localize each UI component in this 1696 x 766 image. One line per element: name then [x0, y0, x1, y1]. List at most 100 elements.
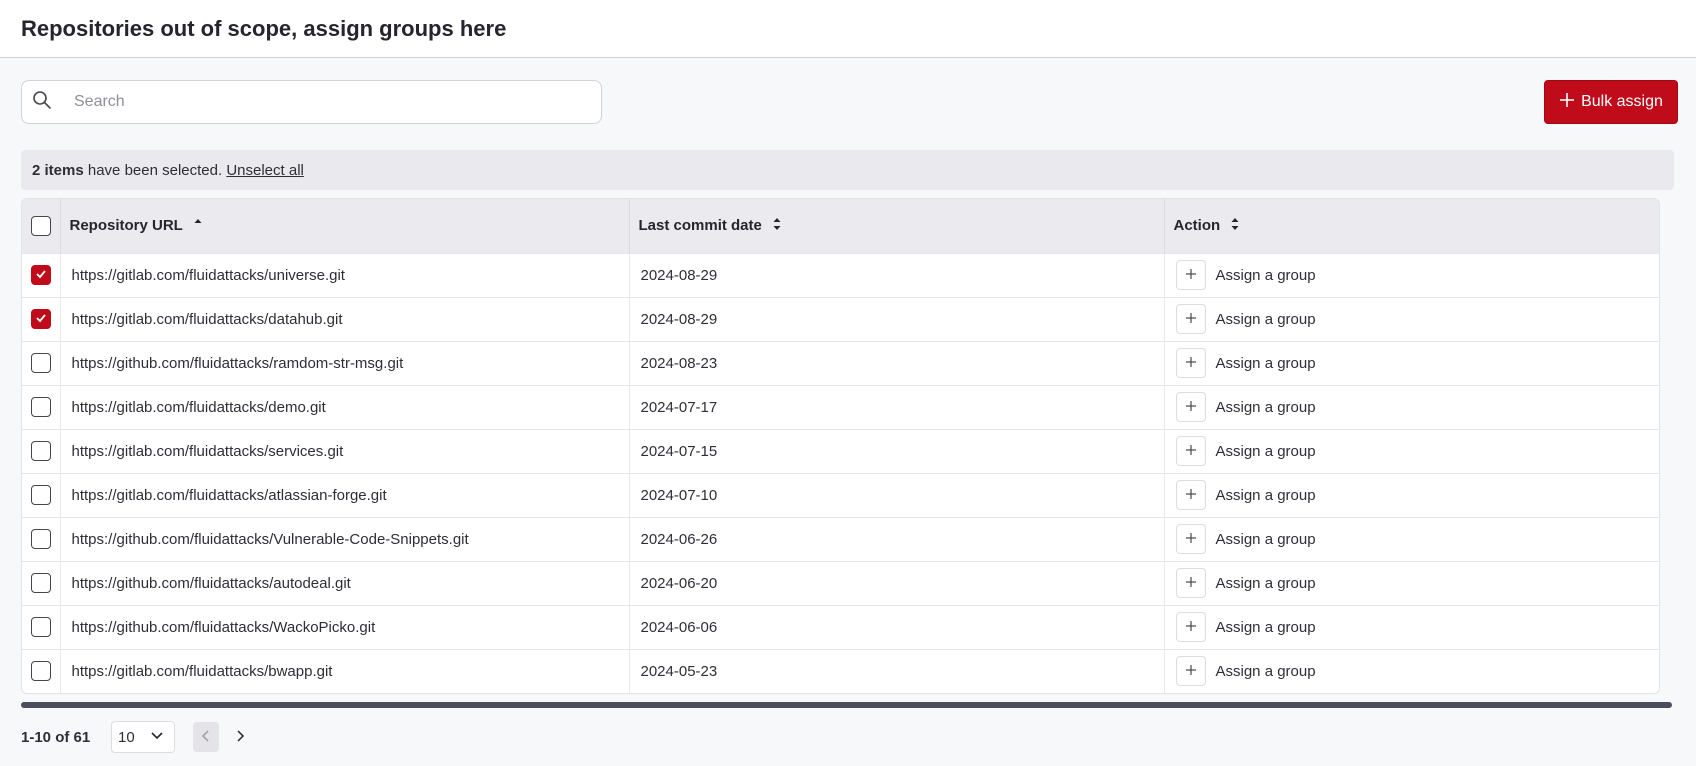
assign-group-button[interactable]	[1175, 612, 1206, 642]
action-cell: Assign a group	[1164, 604, 1659, 649]
row-checkbox[interactable]	[31, 573, 51, 593]
chevron-right-icon	[234, 729, 246, 746]
action-cell: Assign a group	[1164, 340, 1659, 385]
sort-icon[interactable]	[772, 217, 782, 235]
plus-icon	[1185, 575, 1197, 592]
column-header-last-commit-date[interactable]: Last commit date	[629, 199, 1165, 253]
chevron-down-icon	[150, 728, 164, 746]
pagination-range: 1-10 of 61	[21, 728, 91, 746]
row-select-cell	[22, 560, 61, 605]
toolbar: Bulk assign	[21, 80, 1678, 124]
repository-url-cell: https://gitlab.com/fluidattacks/datahub.…	[60, 296, 630, 341]
action-cell: Assign a group	[1164, 648, 1659, 693]
check-icon	[35, 267, 47, 284]
row-checkbox[interactable]	[31, 617, 51, 637]
column-label: Repository URL	[69, 217, 183, 235]
row-checkbox[interactable]	[31, 441, 51, 461]
row-select-cell	[22, 428, 61, 473]
assign-group-button[interactable]	[1175, 524, 1206, 554]
bulk-assign-button[interactable]: Bulk assign	[1544, 80, 1678, 124]
row-select-cell	[22, 252, 61, 297]
table-row: https://gitlab.com/fluidattacks/datahub.…	[22, 296, 1659, 341]
last-commit-date-cell: 2024-05-23	[629, 648, 1165, 693]
search-input[interactable]	[74, 93, 554, 111]
row-checkbox[interactable]	[31, 529, 51, 549]
row-checkbox[interactable]	[31, 353, 51, 373]
plus-icon	[1185, 311, 1197, 328]
assign-group-label[interactable]: Assign a group	[1216, 311, 1316, 328]
row-select-cell	[22, 384, 61, 429]
row-select-cell	[22, 296, 61, 341]
assign-group-label[interactable]: Assign a group	[1216, 531, 1316, 548]
page-size-value: 10	[118, 728, 135, 746]
table-row: https://github.com/fluidattacks/Vulnerab…	[22, 516, 1659, 561]
unselect-all-link[interactable]: Unselect all	[226, 162, 304, 179]
header-select-cell	[22, 199, 61, 253]
row-checkbox[interactable]	[31, 309, 51, 329]
last-commit-date-cell: 2024-08-29	[629, 252, 1165, 297]
plus-icon	[1185, 663, 1197, 680]
repository-url-cell: https://github.com/fluidattacks/WackoPic…	[60, 604, 630, 649]
last-commit-date-cell: 2024-07-15	[629, 428, 1165, 473]
plus-icon	[1185, 355, 1197, 372]
assign-group-label[interactable]: Assign a group	[1216, 443, 1316, 460]
selection-bar: 2 items have been selected. Unselect all	[21, 150, 1674, 190]
next-page-button[interactable]	[227, 722, 253, 752]
action-cell: Assign a group	[1164, 252, 1659, 297]
assign-group-button[interactable]	[1175, 656, 1206, 687]
row-checkbox[interactable]	[31, 397, 51, 417]
assign-group-button[interactable]	[1175, 260, 1206, 290]
page-size-select[interactable]: 10	[111, 721, 175, 753]
assign-group-button[interactable]	[1175, 348, 1206, 378]
last-commit-date-cell: 2024-06-20	[629, 560, 1165, 605]
repository-url-cell: https://gitlab.com/fluidattacks/bwapp.gi…	[60, 648, 630, 693]
assign-group-label[interactable]: Assign a group	[1216, 575, 1316, 592]
action-cell: Assign a group	[1164, 560, 1659, 605]
column-label: Action	[1173, 217, 1221, 235]
row-checkbox[interactable]	[31, 485, 51, 505]
last-commit-date-cell: 2024-07-10	[629, 472, 1165, 517]
row-select-cell	[22, 516, 61, 561]
plus-icon	[1185, 443, 1197, 460]
search-box[interactable]	[21, 80, 602, 124]
last-commit-date-cell: 2024-08-29	[629, 296, 1165, 341]
search-icon	[32, 90, 52, 115]
page-header: Repositories out of scope, assign groups…	[0, 0, 1696, 58]
select-all-checkbox[interactable]	[31, 215, 51, 236]
last-commit-date-cell: 2024-07-17	[629, 384, 1165, 429]
sort-ascending-icon[interactable]	[193, 217, 203, 235]
pagination: 1-10 of 61 10	[21, 720, 253, 754]
assign-group-button[interactable]	[1175, 568, 1206, 598]
assign-group-label[interactable]: Assign a group	[1216, 663, 1316, 680]
assign-group-button[interactable]	[1175, 436, 1206, 466]
assign-group-label[interactable]: Assign a group	[1216, 355, 1316, 372]
repository-url-cell: https://gitlab.com/fluidattacks/services…	[60, 428, 630, 473]
row-checkbox[interactable]	[31, 661, 51, 682]
assign-group-button[interactable]	[1175, 392, 1206, 422]
action-cell: Assign a group	[1164, 472, 1659, 517]
page-title: Repositories out of scope, assign groups…	[21, 15, 507, 41]
assign-group-label[interactable]: Assign a group	[1216, 619, 1316, 636]
assign-group-label[interactable]: Assign a group	[1216, 267, 1316, 284]
sort-icon[interactable]	[1230, 217, 1240, 235]
repository-url-cell: https://github.com/fluidattacks/Vulnerab…	[60, 516, 630, 561]
assign-group-label[interactable]: Assign a group	[1216, 399, 1316, 416]
column-header-action[interactable]: Action	[1164, 199, 1659, 253]
repository-url-cell: https://gitlab.com/fluidattacks/universe…	[60, 252, 630, 297]
row-checkbox[interactable]	[31, 265, 51, 285]
last-commit-date-cell: 2024-08-23	[629, 340, 1165, 385]
last-commit-date-cell: 2024-06-06	[629, 604, 1165, 649]
column-header-repository-url[interactable]: Repository URL	[60, 199, 630, 253]
table-row: https://gitlab.com/fluidattacks/demo.git…	[22, 384, 1659, 429]
column-label: Last commit date	[638, 217, 762, 235]
repository-url-cell: https://gitlab.com/fluidattacks/atlassia…	[60, 472, 630, 517]
horizontal-scrollbar[interactable]	[21, 702, 1672, 708]
plus-icon	[1185, 619, 1197, 636]
assign-group-button[interactable]	[1175, 304, 1206, 334]
check-icon	[35, 311, 47, 328]
assign-group-label[interactable]: Assign a group	[1216, 487, 1316, 504]
previous-page-button[interactable]	[193, 722, 219, 752]
action-cell: Assign a group	[1164, 516, 1659, 561]
plus-icon	[1185, 487, 1197, 504]
assign-group-button[interactable]	[1175, 480, 1206, 510]
